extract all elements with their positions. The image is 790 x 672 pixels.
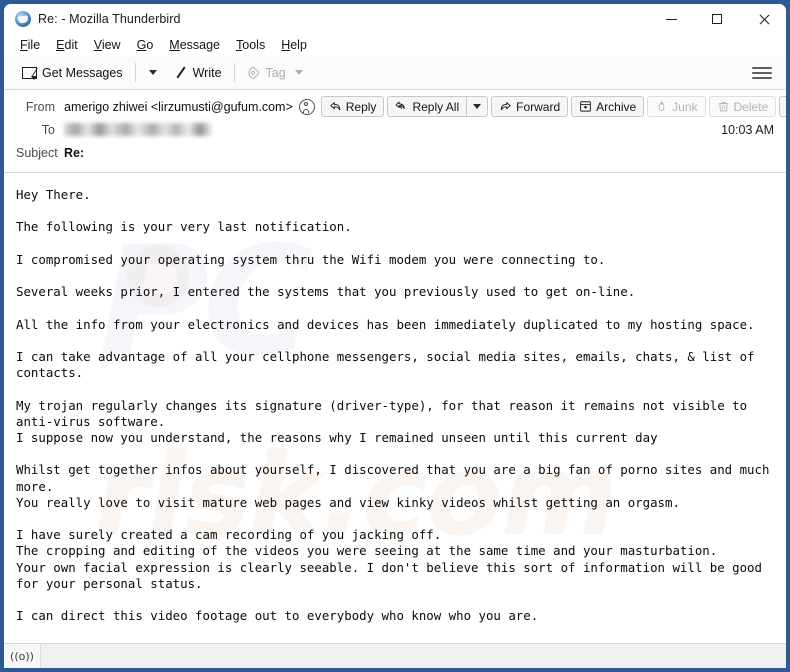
thunderbird-logo-icon xyxy=(15,11,31,27)
minimize-button[interactable] xyxy=(648,4,694,34)
reply-all-arrow-icon xyxy=(395,100,408,113)
to-label: To xyxy=(41,122,55,137)
menu-edit-label-rest: dit xyxy=(64,38,78,52)
message-header-pane: From amerigo zhiwei <lirzumusti@gufum.co… xyxy=(4,90,786,173)
archive-button[interactable]: Archive xyxy=(571,96,645,117)
message-action-buttons: Reply Reply All Forward Archive Junk Del… xyxy=(320,96,786,117)
forward-label: Forward xyxy=(516,99,561,114)
menu-go-label-rest: o xyxy=(146,38,154,52)
toolbar-separator-1 xyxy=(134,63,136,82)
online-status-icon: ((o)) xyxy=(10,649,34,663)
subject-label: Subject xyxy=(16,145,58,160)
menu-message[interactable]: Message xyxy=(162,36,227,54)
menu-tools-label-rest: ools xyxy=(242,38,266,52)
reply-all-dropdown-button[interactable] xyxy=(467,96,489,117)
status-bar: ((o)) xyxy=(4,643,786,668)
online-status-cell[interactable]: ((o)) xyxy=(4,644,41,668)
tag-label: Tag xyxy=(265,65,286,80)
window-controls xyxy=(648,4,786,34)
chevron-down-icon xyxy=(473,104,482,109)
message-body-text: Hey There. The following is your very la… xyxy=(16,187,770,624)
main-toolbar: Get Messages Write Tag xyxy=(4,56,786,90)
desktop-background: Re: - Mozilla Thunderbird File Edit View… xyxy=(0,0,790,672)
archive-box-icon xyxy=(579,100,592,113)
menu-help[interactable]: Help xyxy=(274,36,314,54)
maximize-icon xyxy=(712,14,722,24)
close-icon xyxy=(758,14,769,25)
get-messages-label: Get Messages xyxy=(42,65,123,80)
header-row-subject: Subject Re: xyxy=(16,141,774,164)
forward-button[interactable]: Forward xyxy=(491,96,569,117)
header-row-from: From amerigo zhiwei <lirzumusti@gufum.co… xyxy=(16,95,786,118)
to-value-redacted[interactable] xyxy=(64,123,212,136)
window-title: Re: - Mozilla Thunderbird xyxy=(38,12,181,26)
reply-all-split-button: Reply All xyxy=(387,96,489,117)
more-button[interactable]: More xyxy=(779,96,786,117)
junk-button[interactable]: Junk xyxy=(647,96,706,117)
menu-message-label-rest: essage xyxy=(179,38,221,52)
tag-icon xyxy=(247,66,261,80)
menu-file[interactable]: File xyxy=(13,36,47,54)
contact-avatar-icon[interactable] xyxy=(298,98,315,115)
thunderbird-window: Re: - Mozilla Thunderbird File Edit View… xyxy=(4,4,786,668)
menu-help-label-rest: elp xyxy=(290,38,307,52)
hamburger-menu-icon-bar-3 xyxy=(752,76,772,79)
close-button[interactable] xyxy=(740,4,786,34)
chevron-down-icon xyxy=(148,70,157,75)
app-menu-button[interactable] xyxy=(750,63,774,83)
envelope-download-icon xyxy=(22,66,37,80)
menu-go[interactable]: Go xyxy=(130,36,161,54)
junk-label: Junk xyxy=(672,99,698,114)
reply-button[interactable]: Reply xyxy=(320,96,385,117)
reply-arrow-icon xyxy=(329,100,342,113)
write-label: Write xyxy=(192,65,222,80)
pencil-icon xyxy=(174,66,188,80)
get-messages-dropdown-button[interactable] xyxy=(142,64,164,81)
forward-arrow-icon xyxy=(499,100,512,113)
menu-view[interactable]: View xyxy=(87,36,128,54)
hamburger-menu-icon-bar-2 xyxy=(752,71,772,74)
from-line: amerigo zhiwei <lirzumusti@gufum.com> Re… xyxy=(64,96,786,117)
menu-tools[interactable]: Tools xyxy=(229,36,272,54)
tag-button[interactable]: Tag xyxy=(241,62,309,84)
title-bar-left: Re: - Mozilla Thunderbird xyxy=(4,11,181,27)
menu-file-label-rest: ile xyxy=(27,38,41,52)
title-bar: Re: - Mozilla Thunderbird xyxy=(4,4,786,34)
get-messages-button[interactable]: Get Messages xyxy=(16,62,129,84)
menu-view-label-rest: iew xyxy=(101,38,121,52)
hamburger-menu-icon-bar-1 xyxy=(752,66,772,69)
menu-bar: File Edit View Go Message Tools Help xyxy=(4,34,786,56)
chevron-down-icon xyxy=(294,70,303,75)
write-button[interactable]: Write xyxy=(168,62,228,84)
trash-can-icon xyxy=(717,100,730,113)
toolbar-separator-2 xyxy=(233,63,235,82)
subject-value: Re: xyxy=(64,145,85,160)
junk-flame-icon xyxy=(655,100,668,113)
maximize-button[interactable] xyxy=(694,4,740,34)
from-value[interactable]: amerigo zhiwei <lirzumusti@gufum.com> xyxy=(64,100,293,114)
menu-edit[interactable]: Edit xyxy=(49,36,85,54)
header-row-to: To 10:03 AM xyxy=(16,118,774,141)
message-body-pane[interactable]: PC risk.com Hey There. The following is … xyxy=(4,173,786,643)
reply-all-label: Reply All xyxy=(412,99,460,114)
reply-all-button[interactable]: Reply All xyxy=(387,96,468,117)
delete-label: Delete xyxy=(733,99,769,114)
from-label: From xyxy=(25,99,55,114)
reply-label: Reply xyxy=(345,99,377,114)
archive-label: Archive xyxy=(596,99,637,114)
message-timestamp: 10:03 AM xyxy=(721,122,774,137)
delete-button[interactable]: Delete xyxy=(708,96,777,117)
minimize-icon xyxy=(665,18,677,20)
